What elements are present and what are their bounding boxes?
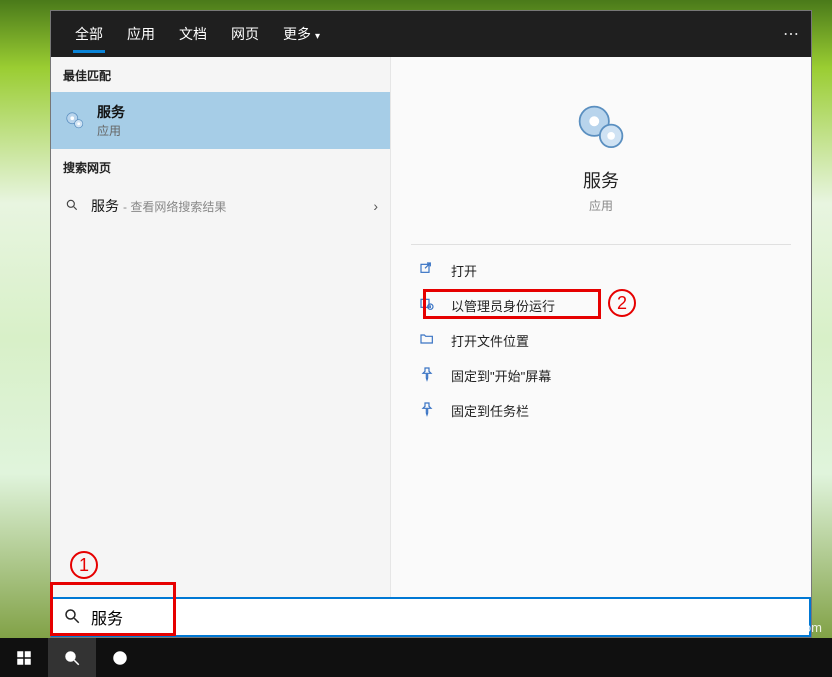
windows-search-panel: 全部 应用 文档 网页 更多▾ ⋯ 最佳匹配 服务 应用 bbox=[50, 10, 812, 638]
detail-column: 服务 应用 打开 以管理员身份运行 bbox=[391, 57, 811, 597]
tab-docs[interactable]: 文档 bbox=[167, 11, 219, 57]
tab-apps[interactable]: 应用 bbox=[115, 11, 167, 57]
search-icon bbox=[63, 198, 81, 215]
results-column: 最佳匹配 服务 应用 搜索网页 服务 - 查看网络搜索结果 › bbox=[51, 57, 391, 597]
detail-title: 服务 bbox=[411, 167, 791, 193]
baidu-watermark: Baidu 经验 bbox=[627, 605, 722, 631]
section-search-web: 搜索网页 bbox=[51, 149, 390, 184]
detail-subtitle: 应用 bbox=[411, 197, 791, 214]
pin-icon bbox=[417, 401, 437, 420]
tab-all[interactable]: 全部 bbox=[63, 11, 115, 57]
chevron-right-icon: › bbox=[373, 198, 378, 214]
taskbar bbox=[0, 638, 832, 677]
more-options-icon[interactable]: ⋯ bbox=[783, 24, 799, 44]
action-open[interactable]: 打开 bbox=[411, 253, 791, 288]
section-best-match: 最佳匹配 bbox=[51, 57, 390, 92]
action-label: 固定到"开始"屏幕 bbox=[451, 366, 551, 385]
tab-web[interactable]: 网页 bbox=[219, 11, 271, 57]
gear-icon bbox=[63, 109, 87, 133]
open-icon bbox=[417, 261, 437, 280]
result-services-app[interactable]: 服务 应用 bbox=[51, 92, 390, 149]
pin-icon bbox=[417, 366, 437, 385]
chevron-down-icon: ▾ bbox=[315, 31, 320, 42]
tab-more[interactable]: 更多▾ bbox=[271, 11, 332, 57]
action-open-file-location[interactable]: 打开文件位置 bbox=[411, 323, 791, 358]
web-search-result[interactable]: 服务 - 查看网络搜索结果 › bbox=[51, 184, 390, 228]
folder-icon bbox=[417, 331, 437, 350]
action-run-as-admin[interactable]: 以管理员身份运行 bbox=[411, 288, 791, 323]
action-pin-to-start[interactable]: 固定到"开始"屏幕 bbox=[411, 358, 791, 393]
start-button[interactable] bbox=[0, 638, 48, 677]
action-label: 打开 bbox=[451, 261, 477, 280]
search-scope-tabs: 全部 应用 文档 网页 更多▾ ⋯ bbox=[51, 11, 811, 57]
watermark: jingyan.baidu.com bbox=[717, 620, 822, 635]
web-term: 服务 bbox=[91, 196, 119, 216]
action-label: 打开文件位置 bbox=[451, 331, 529, 350]
action-pin-to-taskbar[interactable]: 固定到任务栏 bbox=[411, 393, 791, 428]
result-subtitle: 应用 bbox=[97, 122, 125, 139]
cortana-button[interactable] bbox=[96, 638, 144, 677]
action-label: 固定到任务栏 bbox=[451, 401, 529, 420]
admin-icon bbox=[417, 296, 437, 315]
action-label: 以管理员身份运行 bbox=[451, 296, 555, 315]
gear-icon bbox=[574, 101, 628, 155]
result-title: 服务 bbox=[97, 102, 125, 122]
search-icon bbox=[63, 607, 81, 628]
taskbar-search-button[interactable] bbox=[48, 638, 96, 677]
web-desc: - 查看网络搜索结果 bbox=[123, 198, 226, 215]
